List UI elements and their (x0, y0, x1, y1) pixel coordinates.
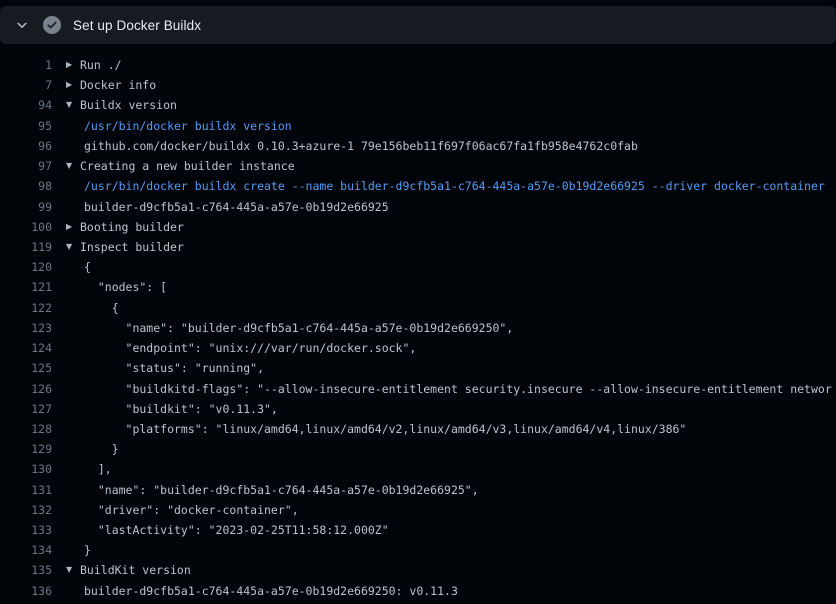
line-number[interactable]: 120 (0, 257, 52, 277)
log-group-title: Docker info (80, 75, 156, 95)
line-number[interactable]: 1 (0, 55, 52, 75)
log-output-text: "platforms": "linux/amd64,linux/amd64/v2… (84, 419, 686, 439)
log-group-title: Booting builder (80, 217, 184, 237)
log-output-text: builder-d9cfb5a1-c764-445a-a57e-0b19d2e6… (84, 581, 458, 601)
line-number[interactable]: 132 (0, 500, 52, 520)
group-collapsed-triangle-icon[interactable]: ▶ (66, 55, 80, 75)
line-number[interactable]: 126 (0, 379, 52, 399)
log-line: 122 { (0, 298, 836, 318)
log-line: 96 github.com/docker/buildx 0.10.3+azure-… (0, 136, 836, 156)
line-number[interactable]: 134 (0, 540, 52, 560)
line-number[interactable]: 96 (0, 136, 52, 156)
log-group-title: Creating a new builder instance (80, 156, 295, 176)
workflow-log-page: Set up Docker Buildx 1▶Run ./7▶Docker in… (0, 0, 836, 604)
log-line: 127 "buildkit": "v0.11.3", (0, 399, 836, 419)
log-line[interactable]: 1 ▶Run ./ (0, 55, 836, 75)
log-output-text: "buildkit": "v0.11.3", (84, 399, 278, 419)
step-title: Set up Docker Buildx (73, 18, 201, 33)
log-line[interactable]: 97 ▼Creating a new builder instance (0, 156, 836, 176)
log-group-title: Buildx version (80, 95, 177, 115)
log-line[interactable]: 100 ▶Booting builder (0, 217, 836, 237)
log-output-text: } (84, 540, 91, 560)
line-number[interactable]: 119 (0, 237, 52, 257)
log-group-title: Run ./ (80, 55, 122, 75)
log-output-text: github.com/docker/buildx 0.10.3+azure-1 … (84, 136, 638, 156)
log-output-text: "buildkitd-flags": "--allow-insecure-ent… (84, 379, 832, 399)
log-output-text: builder-d9cfb5a1-c764-445a-a57e-0b19d2e6… (84, 197, 389, 217)
line-number[interactable]: 100 (0, 217, 52, 237)
log-output-text: "endpoint": "unix:///var/run/docker.sock… (84, 338, 416, 358)
line-number[interactable]: 136 (0, 581, 52, 601)
log-output-text: "driver": "docker-container", (84, 500, 299, 520)
line-number[interactable]: 7 (0, 75, 52, 95)
log-line[interactable]: 94 ▼Buildx version (0, 95, 836, 115)
log-line: 136 builder-d9cfb5a1-c764-445a-a57e-0b19d… (0, 581, 836, 601)
log-output-text: "name": "builder-d9cfb5a1-c764-445a-a57e… (84, 480, 479, 500)
log-command-text: /usr/bin/docker buildx version (84, 116, 292, 136)
log-group-title: Inspect builder (80, 237, 184, 257)
log-line: 133 "lastActivity": "2023-02-25T11:58:12… (0, 520, 836, 540)
log-output-text: "nodes": [ (84, 277, 167, 297)
log-viewer: 1▶Run ./7▶Docker info94▼Buildx version95… (0, 55, 836, 601)
log-line: 121 "nodes": [ (0, 277, 836, 297)
log-output-text: ], (84, 459, 112, 479)
log-line: 123 "name": "builder-d9cfb5a1-c764-445a-… (0, 318, 836, 338)
line-number[interactable]: 123 (0, 318, 52, 338)
log-line[interactable]: 135 ▼BuildKit version (0, 560, 836, 580)
log-output-text: "status": "running", (84, 358, 264, 378)
log-output-text: "lastActivity": "2023-02-25T11:58:12.000… (84, 520, 389, 540)
log-line: 120 { (0, 257, 836, 277)
log-line[interactable]: 7 ▶Docker info (0, 75, 836, 95)
group-collapsed-triangle-icon[interactable]: ▶ (66, 217, 80, 237)
line-number[interactable]: 121 (0, 277, 52, 297)
line-number[interactable]: 135 (0, 560, 52, 580)
log-command-text: /usr/bin/docker buildx create --name bui… (84, 176, 825, 196)
log-line: 99 builder-d9cfb5a1-c764-445a-a57e-0b19d2… (0, 197, 836, 217)
line-number[interactable]: 128 (0, 419, 52, 439)
line-number[interactable]: 125 (0, 358, 52, 378)
log-line: 124 "endpoint": "unix:///var/run/docker.… (0, 338, 836, 358)
log-line: 129 } (0, 439, 836, 459)
group-collapsed-triangle-icon[interactable]: ▶ (66, 75, 80, 95)
log-line: 131 "name": "builder-d9cfb5a1-c764-445a-… (0, 480, 836, 500)
line-number[interactable]: 95 (0, 116, 52, 136)
group-expanded-triangle-icon[interactable]: ▼ (66, 156, 80, 176)
line-number[interactable]: 129 (0, 439, 52, 459)
line-number[interactable]: 94 (0, 95, 52, 115)
group-expanded-triangle-icon[interactable]: ▼ (66, 95, 80, 115)
step-header[interactable]: Set up Docker Buildx (0, 6, 836, 44)
line-number[interactable]: 131 (0, 480, 52, 500)
line-number[interactable]: 124 (0, 338, 52, 358)
line-number[interactable]: 97 (0, 156, 52, 176)
line-number[interactable]: 130 (0, 459, 52, 479)
log-line[interactable]: 119 ▼Inspect builder (0, 237, 836, 257)
log-group-title: BuildKit version (80, 560, 191, 580)
log-line: 98/usr/bin/docker buildx create --name b… (0, 176, 836, 196)
log-line: 134} (0, 540, 836, 560)
check-circle-icon (43, 16, 61, 34)
chevron-down-icon[interactable] (14, 17, 30, 33)
log-line: 95/usr/bin/docker buildx version (0, 116, 836, 136)
group-expanded-triangle-icon[interactable]: ▼ (66, 560, 80, 580)
line-number[interactable]: 127 (0, 399, 52, 419)
line-number[interactable]: 98 (0, 176, 52, 196)
log-line: 130 ], (0, 459, 836, 479)
line-number[interactable]: 122 (0, 298, 52, 318)
line-number[interactable]: 99 (0, 197, 52, 217)
log-line: 128 "platforms": "linux/amd64,linux/amd6… (0, 419, 836, 439)
group-expanded-triangle-icon[interactable]: ▼ (66, 237, 80, 257)
log-line: 132 "driver": "docker-container", (0, 500, 836, 520)
log-output-text: "name": "builder-d9cfb5a1-c764-445a-a57e… (84, 318, 513, 338)
log-line: 125 "status": "running", (0, 358, 836, 378)
log-output-text: } (84, 439, 119, 459)
log-output-text: { (84, 298, 119, 318)
log-output-text: { (84, 257, 91, 277)
line-number[interactable]: 133 (0, 520, 52, 540)
log-line: 126 "buildkitd-flags": "--allow-insecure… (0, 379, 836, 399)
